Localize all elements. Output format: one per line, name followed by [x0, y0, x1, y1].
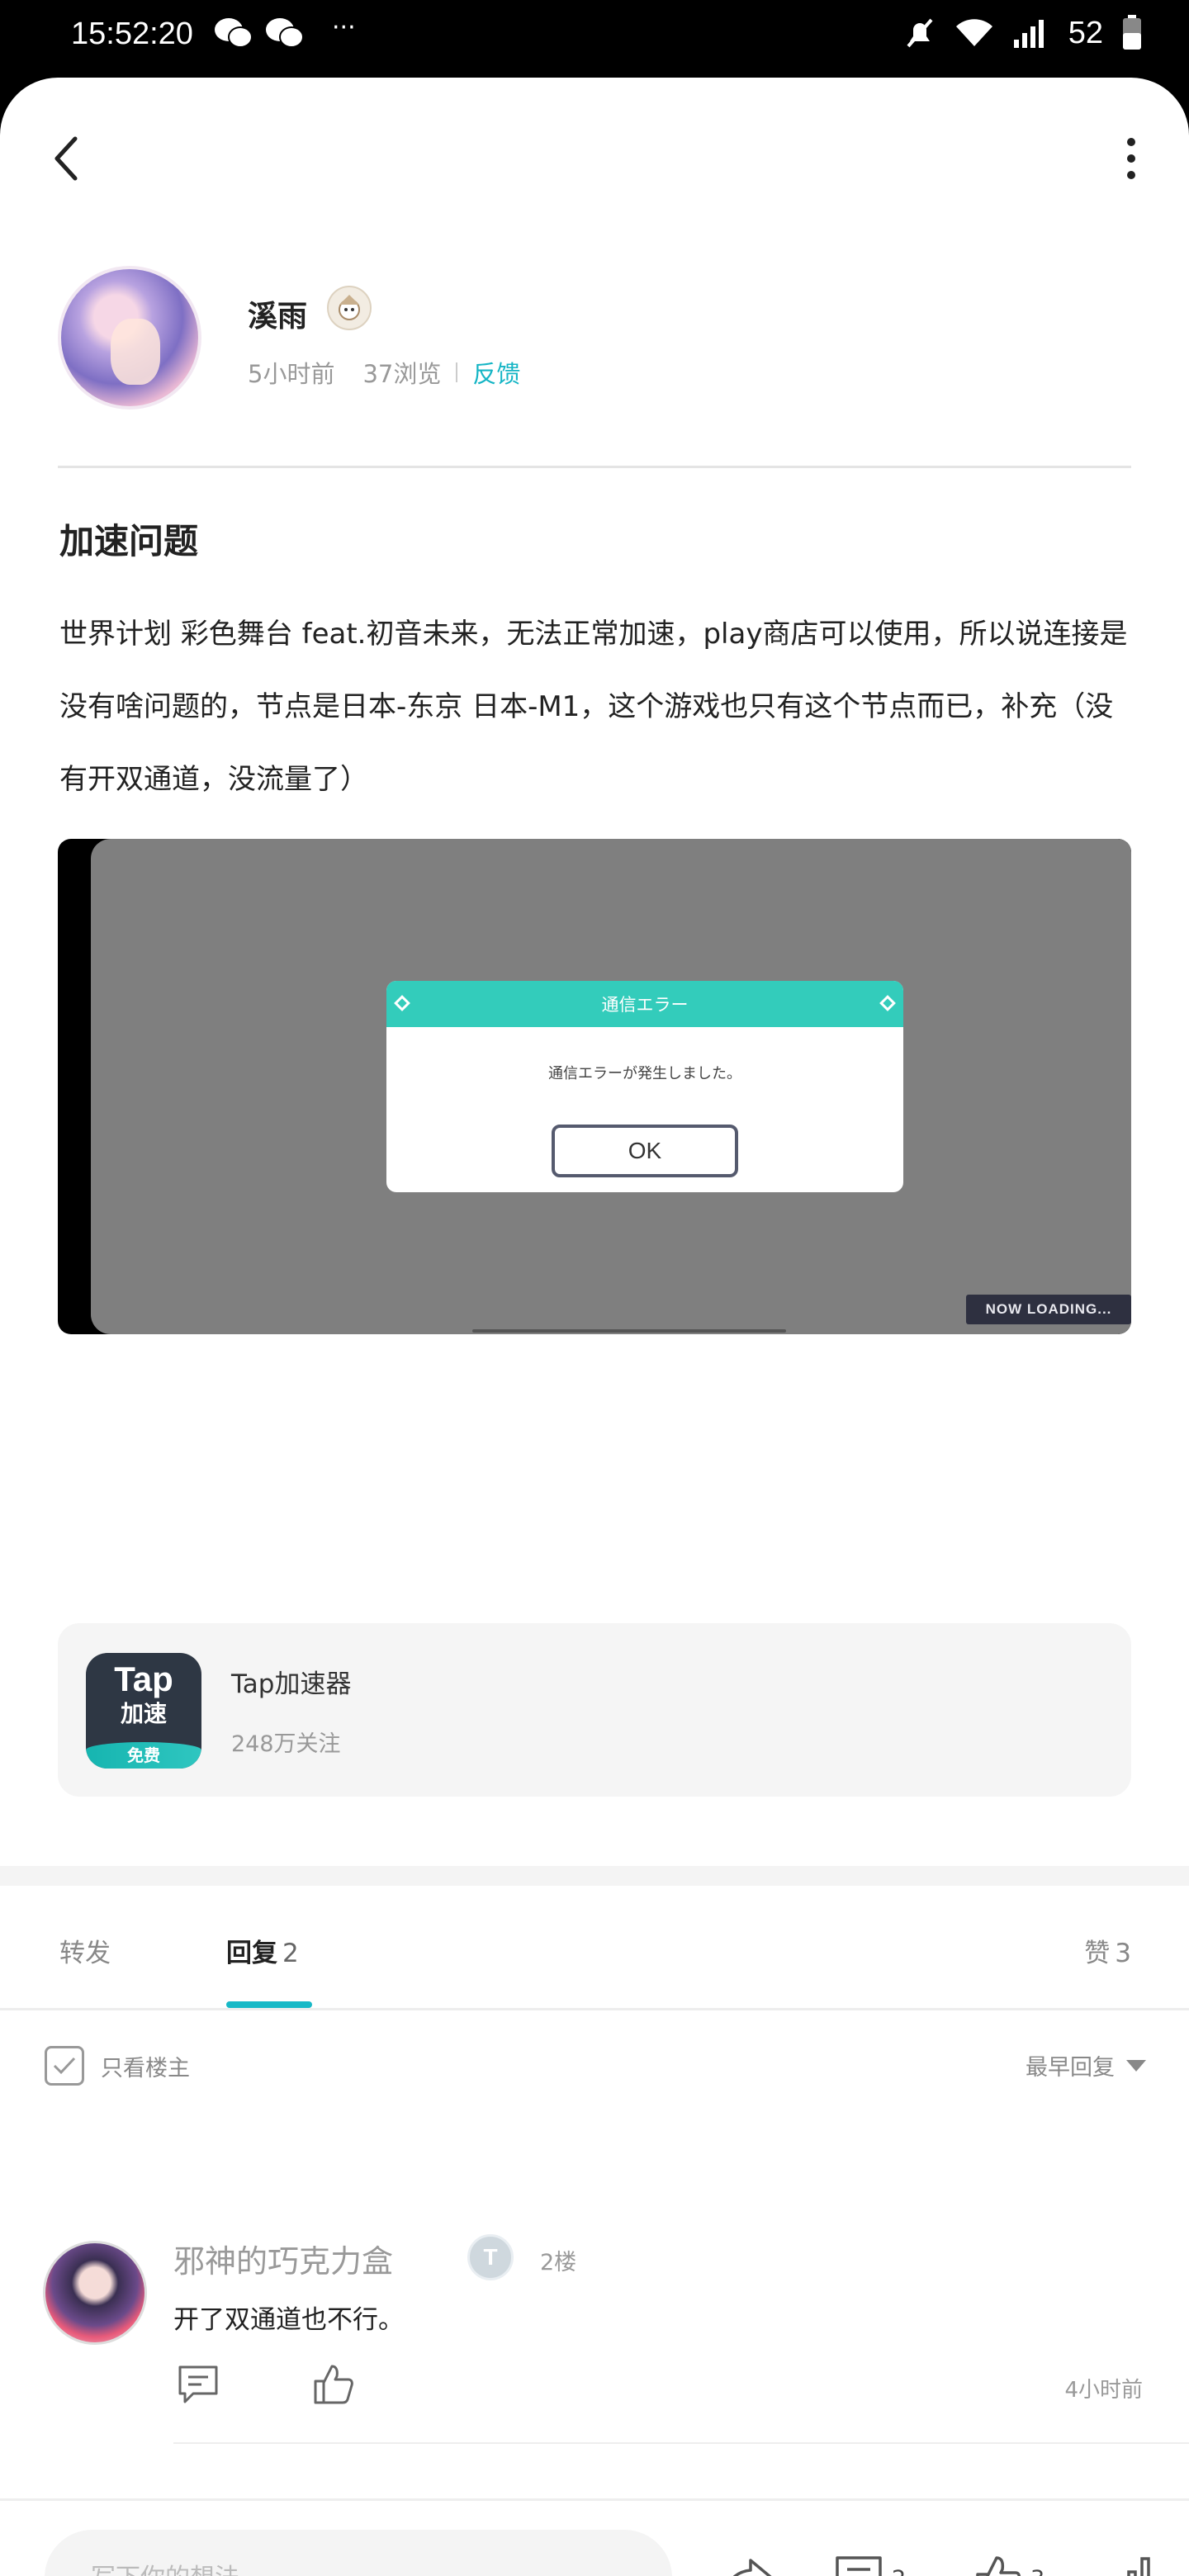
comment-avatar[interactable]: [43, 2241, 147, 2345]
bar-chart-icon: [1127, 2557, 1150, 2576]
diamond-icon: [879, 995, 896, 1011]
comment-input[interactable]: [45, 2530, 672, 2576]
comments-button[interactable]: 2: [834, 2550, 906, 2576]
check-icon: [53, 2057, 76, 2075]
more-options-button[interactable]: [1106, 134, 1156, 183]
dialog-header: 通信エラー: [386, 981, 903, 1027]
wifi-icon: [955, 19, 992, 46]
only-op-label: 只看楼主: [101, 2055, 190, 2081]
post-detail-page: 溪雨 5小时前 37浏览 反馈 加速问题 世界计划 彩色舞台 feat.初音未来…: [0, 78, 1189, 2576]
comment-floor: 2楼: [540, 2250, 577, 2275]
mute-icon: [907, 18, 933, 48]
status-time: 15:52:20: [71, 17, 193, 51]
app-card[interactable]: Tap 加速 免费 Tap加速器 248万关注: [58, 1623, 1131, 1797]
author-avatar[interactable]: [58, 266, 201, 410]
level-badge-icon: T: [467, 2234, 514, 2280]
tab-repost[interactable]: 转发: [59, 1932, 111, 1969]
app-icon-text: Tap: [114, 1660, 173, 1698]
post-image[interactable]: 通信エラー 通信エラーが発生しました。 OK NOW LOADING...: [58, 839, 1131, 1334]
battery-level: 52: [1068, 15, 1103, 50]
tab-count: 2: [282, 1939, 299, 1968]
share-icon: [732, 2559, 772, 2576]
free-badge: 免费: [86, 1742, 201, 1769]
more-notifications-icon: ···: [332, 13, 356, 42]
post-meta: 5小时前 37浏览 反馈: [248, 355, 520, 390]
post-title: 加速问题: [59, 521, 199, 561]
bottom-bar-divider: [0, 2498, 1189, 2501]
thumbs-up-icon: [976, 2556, 1021, 2576]
signal-icon: [1013, 20, 1044, 48]
status-bar: 15:52:20 ··· 52: [0, 0, 1189, 79]
share-button[interactable]: [718, 2550, 776, 2576]
only-op-checkbox[interactable]: [45, 2046, 84, 2086]
comment-time: 4小时前: [1064, 2378, 1143, 2403]
tab-count: 3: [1115, 1939, 1131, 1968]
view-count: 37浏览: [362, 360, 442, 388]
game-home-bar: [472, 1329, 786, 1333]
notification-icons: [213, 17, 306, 50]
tabs-divider: [0, 2008, 1189, 2010]
character-icon: [339, 295, 360, 320]
sort-dropdown[interactable]: 最早回复: [1026, 2049, 1146, 2081]
more-dot: [1127, 138, 1135, 146]
like-button[interactable]: 3: [974, 2550, 1045, 2576]
tab-like[interactable]: 赞3: [1084, 1932, 1131, 1969]
wechat-icon: [215, 18, 253, 48]
error-dialog: 通信エラー 通信エラーが発生しました。 OK: [386, 981, 903, 1192]
caret-down-icon: [1126, 2059, 1146, 2072]
sort-label: 最早回复: [1026, 2055, 1115, 2081]
tab-label: 转发: [59, 1939, 111, 1968]
header-divider: [58, 466, 1131, 468]
wechat-icon: [266, 18, 304, 48]
active-tab-indicator: [226, 2001, 312, 2008]
author-badge-icon: [327, 286, 372, 330]
comment-icon: [836, 2556, 882, 2576]
comment-text: 开了双通道也不行。: [173, 2305, 404, 2335]
loading-label: NOW LOADING...: [966, 1295, 1131, 1324]
back-button[interactable]: [41, 134, 91, 183]
comment-author-name[interactable]: 邪神的巧克力盒: [173, 2236, 393, 2281]
feedback-link[interactable]: 反馈: [472, 355, 520, 390]
dialog-ok-button: OK: [552, 1125, 738, 1177]
dialog-title: 通信エラー: [601, 995, 689, 1015]
only-op-filter[interactable]: 只看楼主: [45, 2046, 190, 2086]
tab-label: 回复: [226, 1939, 277, 1968]
comment-divider: [173, 2442, 1189, 2444]
thumbs-up-icon: [314, 2365, 353, 2404]
comment-reply-button[interactable]: [173, 2360, 223, 2409]
system-icons: 52: [903, 15, 1143, 51]
game-screenshot: 通信エラー 通信エラーが発生しました。 OK NOW LOADING...: [91, 839, 1131, 1334]
chevron-left-icon: [54, 136, 78, 181]
author-name[interactable]: 溪雨: [248, 292, 307, 335]
like-count: 3: [1030, 2566, 1045, 2576]
post-body: 世界计划 彩色舞台 feat.初音未来，无法正常加速，play商店可以使用，所以…: [59, 618, 1128, 796]
tab-reply[interactable]: 回复 2: [226, 1932, 299, 1969]
more-dot: [1127, 154, 1135, 163]
tab-label: 赞: [1084, 1939, 1111, 1968]
app-icon: Tap 加速 免费: [86, 1653, 201, 1769]
meta-separator: [456, 362, 458, 382]
comment-count: 2: [892, 2566, 906, 2576]
post-time: 5小时前: [248, 360, 335, 388]
battery-icon: [1123, 15, 1141, 50]
app-followers: 248万关注: [231, 1731, 341, 1757]
stats-button[interactable]: [1103, 2550, 1161, 2576]
comment-icon: [178, 2365, 218, 2403]
section-separator: [0, 1866, 1189, 1886]
app-name: Tap加速器: [231, 1669, 352, 1699]
comment-like-button[interactable]: [309, 2360, 358, 2409]
more-dot: [1127, 171, 1135, 179]
app-icon-text: 加速: [120, 1700, 167, 1727]
diamond-icon: [394, 995, 410, 1011]
dialog-message: 通信エラーが発生しました。: [548, 1065, 741, 1082]
